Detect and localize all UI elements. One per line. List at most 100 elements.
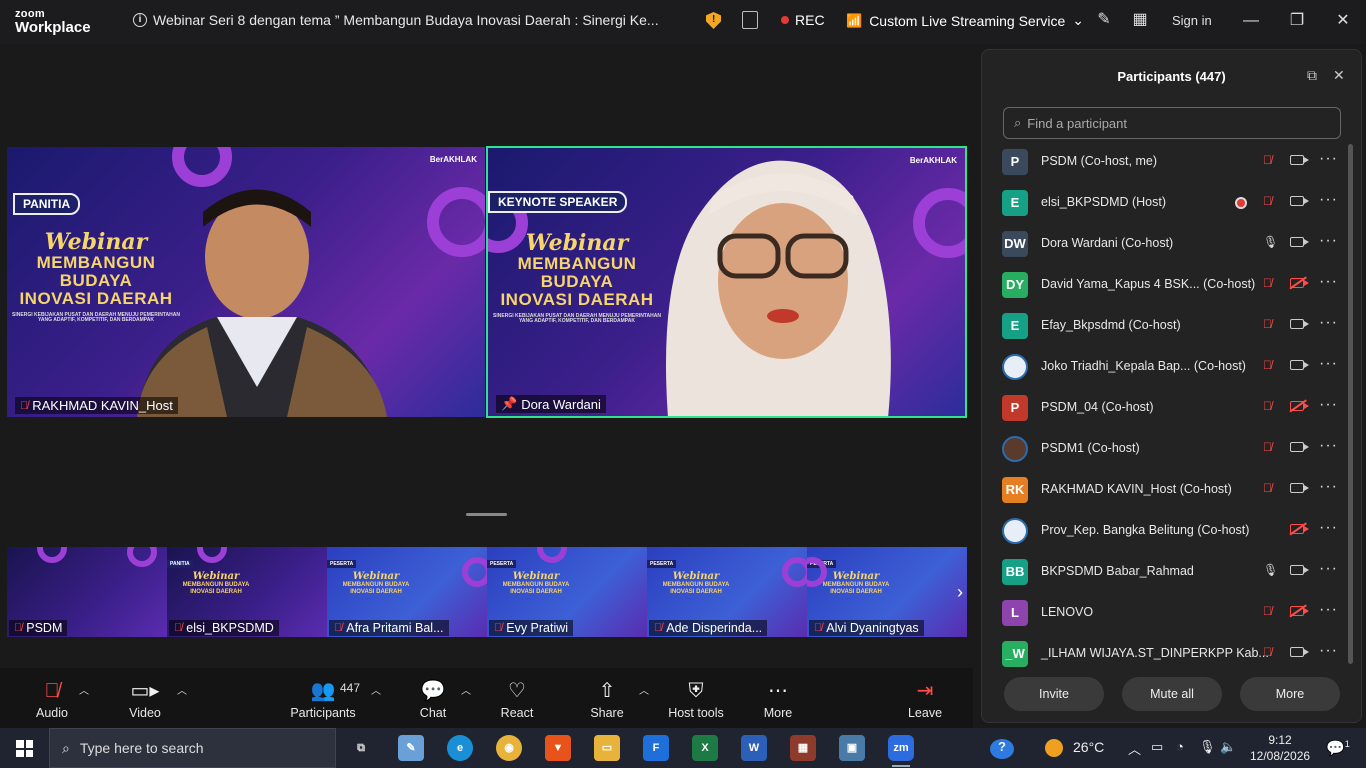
minimize-icon[interactable]: —: [1239, 10, 1263, 32]
more-dots-icon[interactable]: ···: [1319, 437, 1338, 455]
photos-app-icon[interactable]: ▣: [839, 735, 865, 761]
thumbnail-tile[interactable]: PESERTA Webinar MEMBANGUN BUDAYA INOVASI D…: [327, 547, 487, 637]
pop-out-icon[interactable]: ⧉: [1307, 67, 1317, 84]
more-dots-icon[interactable]: ···: [1319, 560, 1338, 578]
video-tile-keynote[interactable]: BerAKHLAK KEYNOTE SPEAKER Webinar MEMBAN…: [486, 146, 967, 418]
mic-muted-icon[interactable]: 🎙̸: [1263, 358, 1272, 372]
participant-row[interactable]: P PSDM (Co-host, me) 🎙̸ ···: [982, 142, 1352, 183]
panel-more-button[interactable]: More: [1240, 677, 1340, 711]
security-shield-icon[interactable]: !: [706, 12, 721, 29]
invite-button[interactable]: Invite: [1004, 677, 1104, 711]
mic-muted-icon[interactable]: 🎙̸: [1263, 194, 1272, 208]
help-icon[interactable]: ?: [990, 739, 1014, 759]
mute-all-button[interactable]: Mute all: [1122, 677, 1222, 711]
more-button[interactable]: ⋯ More: [762, 678, 794, 720]
more-dots-icon[interactable]: ···: [1319, 232, 1338, 250]
more-dots-icon[interactable]: ···: [1319, 478, 1338, 496]
camera-icon[interactable]: [1290, 565, 1309, 575]
participant-row[interactable]: PSDM1 (Co-host) 🎙̸ ···: [982, 429, 1352, 470]
paint-app-icon[interactable]: ✎: [398, 735, 424, 761]
live-stream-dropdown[interactable]: 📶 Custom Live Streaming Service ⌄: [846, 12, 1084, 29]
task-view-icon[interactable]: ⧉: [348, 735, 374, 761]
participant-row[interactable]: L LENOVO 🎙̸ ···: [982, 593, 1352, 634]
participant-row[interactable]: E Efay_Bkpsdmd (Co-host) 🎙̸ ···: [982, 306, 1352, 347]
mic-muted-icon[interactable]: 🎙̸: [1263, 399, 1272, 413]
more-dots-icon[interactable]: ···: [1319, 150, 1338, 168]
zoom-app-icon[interactable]: zm: [888, 735, 914, 767]
system-clock[interactable]: 9:12 12/08/2026: [1250, 732, 1310, 764]
close-icon[interactable]: ✕: [1331, 10, 1355, 32]
chevron-right-icon[interactable]: ›: [957, 582, 963, 603]
mic-icon[interactable]: 🎙: [1263, 563, 1278, 577]
more-dots-icon[interactable]: ···: [1319, 314, 1338, 332]
meeting-info[interactable]: i Webinar Seri 8 dengan tema ” Membangun…: [133, 12, 659, 28]
mic-muted-icon[interactable]: 🎙̸: [1263, 440, 1272, 454]
camera-icon[interactable]: [1290, 155, 1309, 165]
volume-icon[interactable]: 🔈: [1220, 739, 1236, 755]
microphone-icon[interactable]: 🎙: [1199, 739, 1216, 755]
search-input[interactable]: ⌕ Find a participant: [1003, 107, 1341, 139]
resize-handle[interactable]: [466, 513, 507, 516]
document-icon[interactable]: [742, 11, 758, 29]
mic-muted-icon[interactable]: 🎙̸: [1263, 481, 1272, 495]
share-options-chevron-up-icon[interactable]: ︿: [639, 682, 649, 697]
apps-grid-icon[interactable]: ▦: [1130, 10, 1150, 30]
camera-icon[interactable]: [1290, 360, 1309, 370]
temperature-label[interactable]: 26°C: [1073, 739, 1104, 755]
participant-row[interactable]: Joko Triadhi_Kepala Bap... (Co-host) 🎙̸ ··…: [982, 347, 1352, 388]
sign-in-link[interactable]: Sign in: [1172, 13, 1212, 28]
recording-indicator[interactable]: REC: [781, 12, 825, 28]
chat-button[interactable]: 💬 Chat: [417, 678, 449, 720]
planner-app-icon[interactable]: F: [643, 735, 669, 761]
audio-button[interactable]: 🎙̸ Audio: [34, 678, 70, 720]
thumbnail-tile[interactable]: PESERTA Webinar MEMBANGUN BUDAYA INOVASI D…: [807, 547, 967, 637]
camera-icon[interactable]: [1290, 442, 1309, 452]
more-dots-icon[interactable]: ···: [1319, 601, 1338, 619]
video-options-chevron-up-icon[interactable]: ︿: [177, 682, 187, 697]
chrome-browser-icon[interactable]: ◉: [496, 735, 522, 761]
winrar-app-icon[interactable]: ▦: [790, 735, 816, 761]
video-button[interactable]: ▭▸ Video: [126, 678, 164, 720]
file-explorer-icon[interactable]: ▭: [594, 735, 620, 761]
participant-row[interactable]: DW Dora Wardani (Co-host) 🎙 ···: [982, 224, 1352, 265]
camera-icon[interactable]: [1290, 647, 1309, 657]
participant-row[interactable]: P PSDM_04 (Co-host) 🎙̸ ···: [982, 388, 1352, 429]
camera-off-icon[interactable]: [1290, 606, 1309, 616]
participant-row[interactable]: BB BKPSDMD Babar_Rahmad 🎙 ···: [982, 552, 1352, 593]
mic-muted-icon[interactable]: 🎙̸: [1263, 276, 1272, 290]
mic-muted-icon[interactable]: 🎙̸: [1263, 604, 1272, 618]
weather-sun-icon[interactable]: [1045, 739, 1063, 757]
audio-options-chevron-up-icon[interactable]: ︿: [79, 682, 89, 697]
host-tools-button[interactable]: ⛨ Host tools: [667, 678, 725, 720]
participant-row[interactable]: _W _ILHAM WIJAYA.ST_DINPERKPP Kab... 🎙̸ ···: [982, 634, 1352, 668]
more-dots-icon[interactable]: ···: [1319, 396, 1338, 414]
camera-icon[interactable]: [1290, 196, 1309, 206]
excel-app-icon[interactable]: X: [692, 735, 718, 761]
thumbnail-tile[interactable]: PESERTA Webinar MEMBANGUN BUDAYA INOVASI D…: [487, 547, 647, 637]
camera-icon[interactable]: [1290, 237, 1309, 247]
thumbnail-tile[interactable]: PANITIA Webinar MEMBANGUN BUDAYA INOVASI D…: [167, 547, 327, 637]
more-dots-icon[interactable]: ···: [1319, 273, 1338, 291]
edge-browser-icon[interactable]: e: [447, 735, 473, 761]
mic-muted-icon[interactable]: 🎙̸: [1263, 153, 1272, 167]
thumbnail-tile[interactable]: PESERTA Webinar MEMBANGUN BUDAYA INOVASI D…: [647, 547, 807, 637]
participants-options-chevron-up-icon[interactable]: ︿: [371, 682, 381, 697]
chevron-up-icon[interactable]: ︿: [1128, 739, 1141, 758]
camera-icon[interactable]: [1290, 319, 1309, 329]
thumbnail-tile[interactable]: 🎙̸ PSDM: [7, 547, 167, 637]
mic-muted-icon[interactable]: 🎙̸: [1263, 645, 1272, 659]
restore-icon[interactable]: ❐: [1285, 10, 1309, 32]
taskbar-search-input[interactable]: ⌕ Type here to search: [49, 728, 336, 768]
close-icon[interactable]: ✕: [1333, 67, 1345, 84]
brave-browser-icon[interactable]: ▼: [545, 735, 571, 761]
react-button[interactable]: ♡ React: [500, 678, 534, 720]
video-tile-panitia[interactable]: BerAKHLAK PANITIA Webinar MEMBANGUN BUDA…: [7, 147, 485, 417]
magic-wand-icon[interactable]: ✎: [1094, 10, 1114, 30]
battery-icon[interactable]: ▭: [1151, 739, 1163, 755]
leave-button[interactable]: ⇥ Leave: [907, 678, 943, 720]
notification-icon[interactable]: 💬1: [1326, 739, 1350, 757]
camera-off-icon[interactable]: [1290, 278, 1309, 288]
info-icon[interactable]: i: [133, 13, 147, 27]
camera-off-icon[interactable]: [1290, 401, 1309, 411]
participant-row[interactable]: DY David Yama_Kapus 4 BSK... (Co-host) 🎙̸ ·…: [982, 265, 1352, 306]
